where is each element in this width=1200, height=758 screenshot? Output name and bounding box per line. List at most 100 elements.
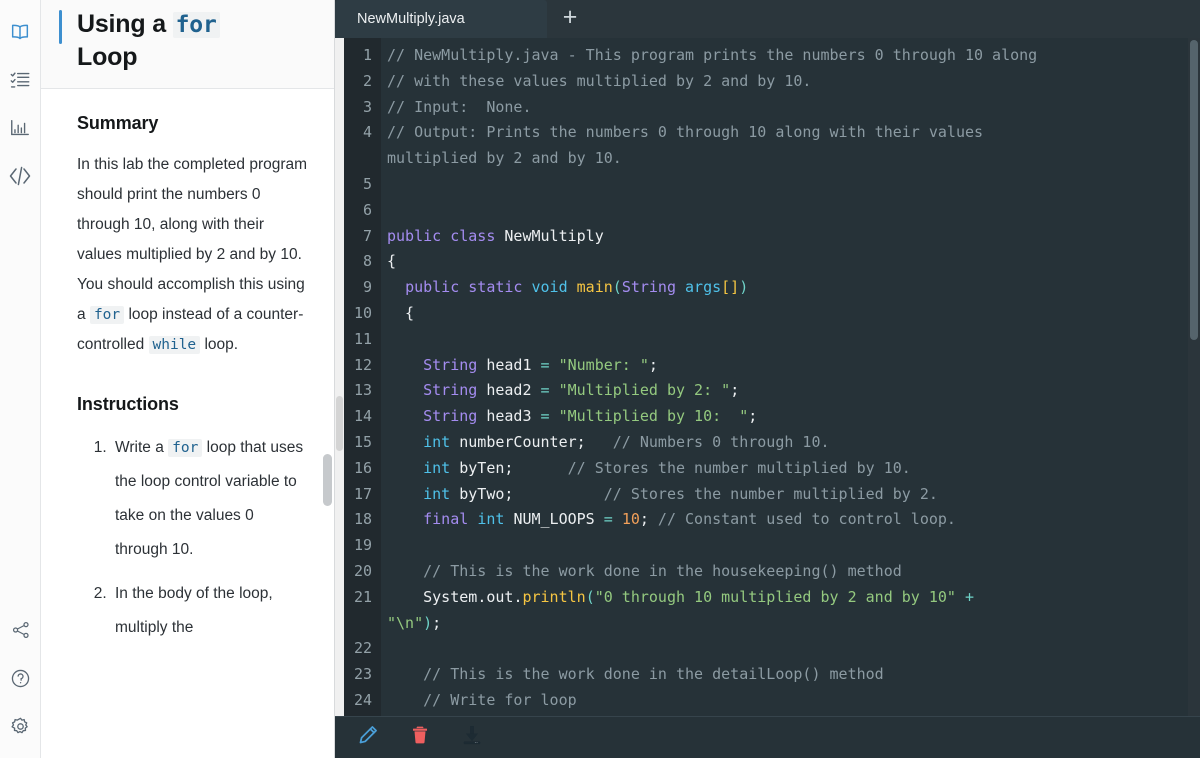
line-content[interactable]: // Input: None. — [381, 95, 1200, 121]
line-content[interactable]: String head1 = "Number: "; — [381, 353, 1200, 379]
book-icon — [9, 21, 31, 43]
line-content[interactable]: String head3 = "Multiplied by 10: "; — [381, 404, 1200, 430]
inline-code-for: for — [89, 306, 125, 324]
line-content[interactable]: // NewMultiply.java - This program print… — [381, 43, 1200, 69]
sidebar-item-chart[interactable] — [0, 104, 41, 152]
editor-left-scrollbar-thumb[interactable] — [336, 396, 343, 451]
download-button[interactable] — [457, 723, 487, 753]
edit-button[interactable] — [353, 723, 383, 753]
sidebar-item-book[interactable] — [0, 8, 41, 56]
line-content[interactable]: // This is the work done in the housekee… — [381, 559, 1200, 585]
code-line[interactable]: 7 public class NewMultiply — [335, 224, 1200, 250]
code-line[interactable]: 10 { — [335, 301, 1200, 327]
line-content[interactable]: // Write for loop — [381, 688, 1200, 714]
line-content[interactable]: public static void main(String args[]) — [381, 275, 1200, 301]
code-token: "\n" — [387, 613, 424, 632]
code-line[interactable]: 24 // Write for loop — [335, 688, 1200, 714]
lab-panel: Using a for Loop Summary In this lab the… — [41, 0, 335, 758]
code-line[interactable]: 20 // This is the work done in the house… — [335, 559, 1200, 585]
code-line[interactable]: 6 — [335, 198, 1200, 224]
code-line[interactable]: 14 String head3 = "Multiplied by 10: "; — [335, 404, 1200, 430]
editor-vertical-scrollbar[interactable] — [1188, 38, 1200, 716]
code-token: head2 — [486, 381, 532, 400]
tab-newmultiply-java[interactable]: NewMultiply.java — [335, 0, 547, 38]
line-content[interactable]: int byTwo; // Stores the number multipli… — [381, 482, 1200, 508]
line-content[interactable]: public class NewMultiply — [381, 224, 1200, 250]
code-line[interactable]: 5 — [335, 172, 1200, 198]
code-token: ; — [432, 613, 442, 632]
delete-button[interactable] — [405, 723, 435, 753]
line-continuation: multiplied by 2 and by 10. — [387, 146, 1200, 172]
tab-label: NewMultiply.java — [357, 11, 465, 27]
instruction-item: In the body of the loop, multiply the — [111, 577, 308, 645]
line-content[interactable]: System.out.println("0 through 10 multipl… — [381, 585, 1200, 637]
line-content[interactable]: // with these values multiplied by 2 and… — [381, 69, 1200, 95]
code-token: [] — [721, 278, 740, 297]
code-line[interactable]: 15 int numberCounter; // Numbers 0 throu… — [335, 430, 1200, 456]
code-token: 10 — [621, 510, 640, 529]
editor-left-scrollbar[interactable] — [335, 38, 344, 716]
icon-rail-top — [0, 0, 41, 200]
summary-heading: Summary — [77, 113, 159, 133]
sidebar-item-share[interactable] — [0, 606, 41, 654]
code-viewport[interactable]: 1// NewMultiply.java - This program prin… — [335, 38, 1200, 716]
code-token: int — [423, 432, 451, 451]
lab-scrollbar[interactable] — [321, 89, 334, 758]
editor-vertical-scrollbar-thumb[interactable] — [1190, 40, 1198, 340]
line-content[interactable]: // Output: Prints the numbers 0 through … — [381, 120, 1200, 172]
code-token: . — [477, 587, 487, 606]
code-line[interactable]: 23 // This is the work done in the detai… — [335, 662, 1200, 688]
code-line[interactable]: 21 System.out.println("0 through 10 mult… — [335, 585, 1200, 637]
code-line[interactable]: 16 int byTen; // Stores the number multi… — [335, 456, 1200, 482]
code-line[interactable]: 3// Input: None. — [335, 95, 1200, 121]
code-line[interactable]: 12 String head1 = "Number: "; — [335, 353, 1200, 379]
code-line[interactable]: 19 — [335, 533, 1200, 559]
inline-code-while: while — [148, 336, 201, 354]
code-lines[interactable]: 1// NewMultiply.java - This program prin… — [335, 38, 1200, 716]
code-line[interactable]: 17 int byTwo; // Stores the number multi… — [335, 482, 1200, 508]
line-content[interactable]: int byTen; // Stores the number multipli… — [381, 456, 1200, 482]
code-line[interactable]: 1// NewMultiply.java - This program prin… — [335, 43, 1200, 69]
sidebar-item-checklist[interactable] — [0, 56, 41, 104]
new-tab-button[interactable]: + — [547, 0, 593, 38]
code-token: multiplied by 2 and by 10. — [387, 149, 622, 168]
lab-scrollbar-thumb[interactable] — [323, 454, 332, 506]
sidebar-item-settings[interactable] — [0, 702, 41, 750]
code-token: NewMultiply — [504, 226, 604, 245]
sidebar-item-code[interactable] — [0, 152, 41, 200]
line-content[interactable]: String head2 = "Multiplied by 2: "; — [381, 378, 1200, 404]
line-content[interactable]: { — [381, 301, 1200, 327]
line-content[interactable]: { — [381, 249, 1200, 275]
code-line[interactable]: 22 — [335, 636, 1200, 662]
line-content[interactable]: final int NUM_LOOPS = 10; // Constant us… — [381, 507, 1200, 533]
code-line[interactable]: 4// Output: Prints the numbers 0 through… — [335, 120, 1200, 172]
sidebar-item-help[interactable] — [0, 654, 41, 702]
code-token: public — [387, 226, 442, 245]
code-line[interactable]: 8{ — [335, 249, 1200, 275]
delete-trash-icon — [410, 724, 430, 751]
page-title-code-for: for — [172, 12, 220, 38]
line-content[interactable]: // This is the work done in the detailLo… — [381, 662, 1200, 688]
code-line[interactable]: 13 String head2 = "Multiplied by 2: "; — [335, 378, 1200, 404]
code-line[interactable]: 2// with these values multiplied by 2 an… — [335, 69, 1200, 95]
code-token: ; — [639, 510, 649, 529]
code-token: static — [468, 278, 523, 297]
lab-body: Summary In this lab the completed progra… — [41, 89, 334, 758]
code-line[interactable]: 11 — [335, 327, 1200, 353]
line-content[interactable]: int numberCounter; // Numbers 0 through … — [381, 430, 1200, 456]
code-line[interactable]: 9 public static void main(String args[]) — [335, 275, 1200, 301]
code-line[interactable]: 18 final int NUM_LOOPS = 10; // Constant… — [335, 507, 1200, 533]
gear-icon — [10, 716, 31, 737]
